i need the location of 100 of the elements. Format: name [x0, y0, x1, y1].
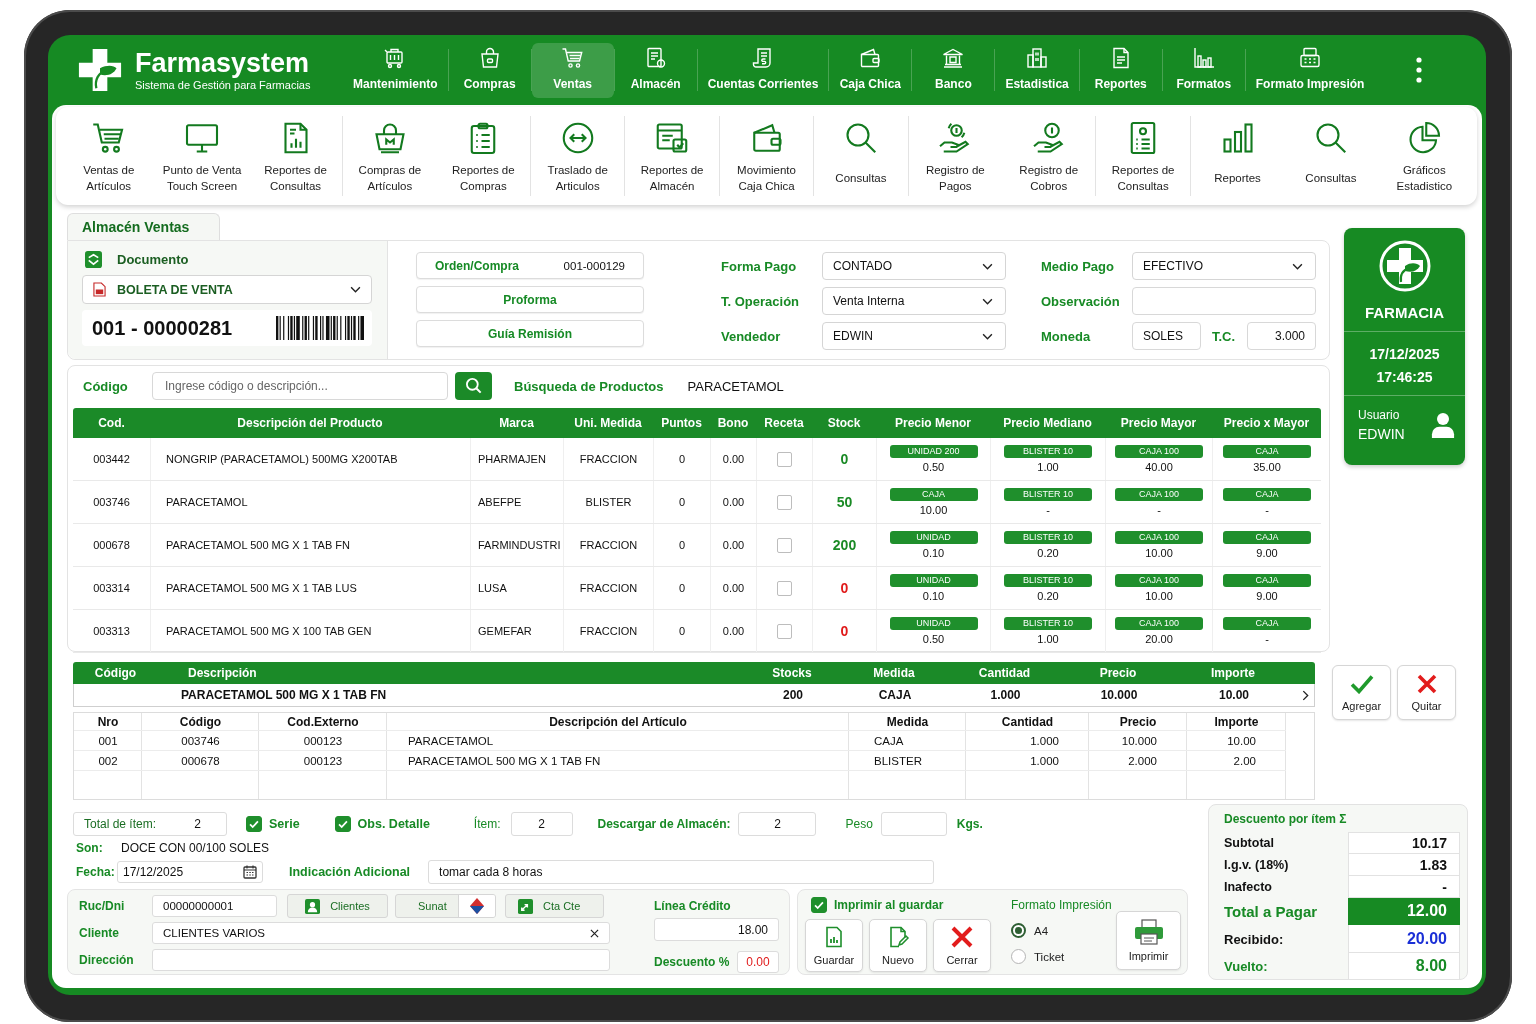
price-value: 0.20 [1037, 588, 1059, 603]
nav-tab[interactable]: Formato Impresión [1245, 42, 1375, 98]
client-action-button[interactable]: Clientes [287, 894, 388, 918]
toolbar-button[interactable]: Punto de Venta Touch Screen [155, 116, 249, 196]
total-label: Total a Pagar [1224, 902, 1319, 922]
calendar-icon[interactable] [243, 865, 257, 879]
search-field[interactable]: Ingrese código o descripción... [152, 372, 448, 400]
action-button[interactable]: Cerrar [933, 919, 991, 972]
product-unit: FRACCION [579, 625, 638, 637]
field-label: Descargar de Almacén: [597, 817, 731, 831]
checkbox[interactable] [246, 816, 262, 832]
column-header: Receta [763, 416, 805, 430]
action-button[interactable]: Nuevo [869, 919, 927, 972]
section-tab[interactable]: Almacén Ventas [67, 213, 220, 240]
product-brand: GEMEFAR [478, 625, 532, 637]
toolbar-button[interactable]: Registro de Pagos [908, 116, 1003, 196]
printer-icon [1298, 45, 1323, 70]
printer-icon [1133, 919, 1164, 945]
dropdown[interactable]: EDWIN [822, 322, 1006, 350]
print-button[interactable]: Imprimir [1116, 911, 1181, 970]
checkbox[interactable] [777, 451, 792, 467]
toolbar-button[interactable]: Gráficos Estadistico [1377, 116, 1472, 196]
product-code: 003746 [93, 496, 130, 508]
nav-tab[interactable]: Banco [912, 42, 995, 98]
unit-label: Kgs. [956, 817, 983, 831]
toolbar-button[interactable]: Compras de Artículos [343, 116, 437, 196]
client-action-button[interactable]: Cta Cte [505, 894, 604, 918]
search-button[interactable] [455, 372, 492, 400]
toolbar-button[interactable]: Consultas [814, 116, 908, 196]
credit-line-field[interactable]: 18.00 [654, 918, 779, 941]
nav-tab[interactable]: Caja Chica [829, 42, 912, 98]
nav-tab[interactable]: Estadistica [995, 42, 1079, 98]
exchange-rate-field[interactable]: 3.000 [1247, 322, 1316, 350]
close-icon[interactable] [590, 928, 599, 938]
price-unit-tag: BLISTER 10 [1004, 444, 1092, 458]
client-action-button[interactable]: Sunat [395, 894, 496, 918]
total-value: 12.00 [1348, 898, 1460, 925]
product-brand: PHARMAJEN [478, 453, 546, 465]
order-number: 001-000129 [563, 259, 625, 272]
checkbox[interactable] [334, 816, 351, 832]
checkbox[interactable] [777, 580, 792, 596]
nav-tab[interactable]: Cuentas Corrientes [697, 42, 829, 98]
cross-leaf-icon [1378, 240, 1431, 292]
document-link-button[interactable]: Orden/Compra 001-000129 [416, 252, 644, 279]
document-link-button[interactable]: Proforma [416, 286, 644, 313]
toolbar-button[interactable]: Reportes de Consultas [1096, 116, 1190, 196]
text-field[interactable] [1132, 287, 1316, 315]
currency-field[interactable]: SOLES [1132, 322, 1201, 350]
toolbar-button[interactable]: Traslado de Articulos [531, 116, 625, 196]
radio-button[interactable] [1011, 949, 1026, 964]
item-value: 003746 [142, 731, 259, 751]
toolbar-button[interactable]: Reportes de Almacén [625, 116, 719, 196]
nav-tab[interactable]: Compras [448, 42, 531, 98]
field-label: Total de ítem: [84, 817, 157, 831]
column-header: Precio Menor [894, 416, 972, 430]
column-header: Precio [1089, 713, 1187, 731]
price-unit-tag: CAJA [889, 487, 978, 501]
warehouse-field[interactable]: 2 [738, 812, 817, 836]
action-button[interactable]: Guardar [805, 919, 863, 972]
nav-tab[interactable]: Reportes [1079, 42, 1162, 98]
client-field[interactable]: CLIENTES VARIOS [152, 922, 610, 944]
store-name: FARMACIA [1364, 304, 1445, 321]
toolbar-button[interactable]: Reportes [1190, 116, 1285, 196]
price-unit-tag: BLISTER 10 [1004, 616, 1092, 630]
nav-tab[interactable]: Mantenimiento [343, 42, 448, 98]
product-brand: ABEFPE [478, 496, 522, 508]
checkbox[interactable] [811, 897, 827, 913]
toolbar-button[interactable]: Reportes de Compras [436, 116, 530, 196]
checkbox[interactable] [777, 537, 792, 553]
weight-field[interactable] [880, 812, 947, 836]
note-field[interactable]: tomar cada 8 horas [428, 860, 935, 884]
chevron-down-icon [1292, 262, 1303, 270]
nav-tab[interactable]: Almacén [614, 42, 697, 98]
toolbar-button[interactable]: Consultas [1284, 116, 1378, 196]
checkbox[interactable] [777, 623, 792, 639]
remove-button[interactable]: Quitar [1397, 665, 1456, 720]
dropdown[interactable]: Venta Interna [822, 287, 1006, 315]
ruc-field[interactable]: 00000000001 [152, 895, 277, 917]
discount-field[interactable]: 0.00 [737, 951, 779, 973]
item-field[interactable]: 2 [510, 812, 573, 836]
dropdown[interactable]: CONTADO [822, 252, 1006, 280]
toolbar-button[interactable]: Registro de Cobros [1002, 116, 1096, 196]
product-bonus: 0.00 [722, 625, 745, 637]
dropdown[interactable]: EFECTIVO [1132, 252, 1316, 280]
add-button[interactable]: Agregar [1332, 665, 1391, 720]
document-type-select[interactable]: BOLETA DE VENTA [82, 275, 372, 304]
toolbar-button[interactable]: Movimiento Caja Chica [719, 116, 814, 196]
date-field[interactable]: 17/12/2025 [117, 861, 263, 883]
checkbox[interactable] [777, 494, 792, 510]
chevron-right-icon[interactable] [1301, 689, 1309, 701]
nav-tab[interactable]: Formatos [1162, 42, 1245, 98]
close-icon [950, 925, 974, 949]
total-label: Recibido: [1224, 930, 1285, 949]
more-icon[interactable] [1416, 57, 1422, 83]
address-field[interactable] [152, 949, 610, 971]
price-unit-tag: CAJA [1223, 573, 1311, 587]
toolbar-button[interactable]: Reportes de Consultas [248, 116, 343, 196]
radio-button[interactable] [1011, 923, 1026, 938]
toolbar-button[interactable]: Ventas de Artículos [62, 116, 156, 196]
document-link-button[interactable]: Guía Remisión [416, 320, 644, 347]
